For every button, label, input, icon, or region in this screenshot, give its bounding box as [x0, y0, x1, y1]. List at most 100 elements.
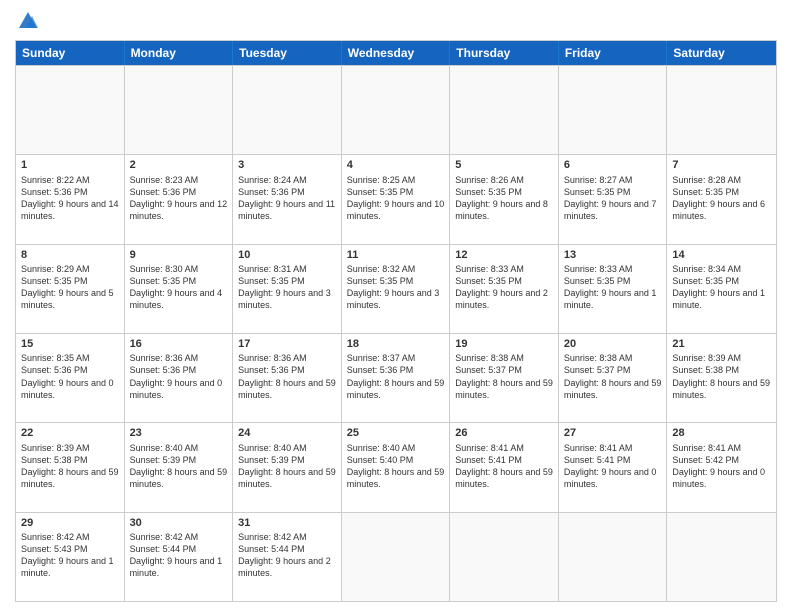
day-details: Sunrise: 8:38 AMSunset: 5:37 PMDaylight:… — [455, 352, 553, 401]
day-cell-3: 3 Sunrise: 8:24 AMSunset: 5:36 PMDaylight… — [233, 155, 342, 243]
day-number: 10 — [238, 248, 336, 262]
day-number: 24 — [238, 426, 336, 440]
logo — [15, 10, 39, 32]
calendar: SundayMondayTuesdayWednesdayThursdayFrid… — [15, 40, 777, 602]
day-cell-25: 25Sunrise: 8:40 AMSunset: 5:40 PMDayligh… — [342, 423, 451, 511]
day-details: Sunrise: 8:31 AMSunset: 5:35 PMDaylight:… — [238, 263, 336, 312]
day-details: Sunrise: 8:40 AMSunset: 5:39 PMDaylight:… — [130, 442, 228, 491]
calendar-row-3: 15Sunrise: 8:35 AMSunset: 5:36 PMDayligh… — [16, 333, 776, 422]
day-details: Sunrise: 8:36 AMSunset: 5:36 PMDaylight:… — [130, 352, 228, 401]
day-cell-26: 26 Sunrise: 8:41 AMSunset: 5:41 PMDayligh… — [450, 423, 559, 511]
day-details: Sunrise: 8:36 AMSunset: 5:36 PMDaylight:… — [238, 352, 336, 401]
day-number: 4 — [347, 158, 445, 172]
day-details: Sunrise: 8:25 AMSunset: 5:35 PMDaylight:… — [347, 174, 445, 223]
day-details: Sunrise: 8:28 AMSunset: 5:35 PMDaylight:… — [672, 174, 771, 223]
day-cell-22: 22Sunrise: 8:39 AMSunset: 5:38 PMDayligh… — [16, 423, 125, 511]
day-cell-13: 13Sunrise: 8:33 AMSunset: 5:35 PMDayligh… — [559, 245, 668, 333]
day-number: 23 — [130, 426, 228, 440]
day-details: Sunrise: 8:35 AMSunset: 5:36 PMDaylight:… — [21, 352, 119, 401]
day-number: 16 — [130, 337, 228, 351]
day-cell-16: 16Sunrise: 8:36 AMSunset: 5:36 PMDayligh… — [125, 334, 234, 422]
day-cell-4: 4 Sunrise: 8:25 AMSunset: 5:35 PMDaylight… — [342, 155, 451, 243]
day-number: 31 — [238, 516, 336, 530]
day-number: 8 — [21, 248, 119, 262]
day-details: Sunrise: 8:39 AMSunset: 5:38 PMDaylight:… — [672, 352, 771, 401]
day-number: 13 — [564, 248, 662, 262]
day-details: Sunrise: 8:29 AMSunset: 5:35 PMDaylight:… — [21, 263, 119, 312]
day-cell-5: 5Sunrise: 8:26 AMSunset: 5:35 PMDaylight… — [450, 155, 559, 243]
day-details: Sunrise: 8:33 AMSunset: 5:35 PMDaylight:… — [455, 263, 553, 312]
empty-cell — [667, 513, 776, 601]
header — [15, 10, 777, 32]
empty-cell — [342, 513, 451, 601]
day-number: 6 — [564, 158, 662, 172]
calendar-row-4: 22Sunrise: 8:39 AMSunset: 5:38 PMDayligh… — [16, 422, 776, 511]
day-header-saturday: Saturday — [667, 41, 776, 65]
day-cell-14: 14Sunrise: 8:34 AMSunset: 5:35 PMDayligh… — [667, 245, 776, 333]
empty-cell — [450, 513, 559, 601]
empty-cell — [342, 66, 451, 154]
day-number: 29 — [21, 516, 119, 530]
day-cell-31: 31Sunrise: 8:42 AMSunset: 5:44 PMDayligh… — [233, 513, 342, 601]
day-number: 25 — [347, 426, 445, 440]
day-number: 20 — [564, 337, 662, 351]
day-number: 22 — [21, 426, 119, 440]
day-cell-24: 24Sunrise: 8:40 AMSunset: 5:39 PMDayligh… — [233, 423, 342, 511]
calendar-body: 1Sunrise: 8:22 AMSunset: 5:36 PMDaylight… — [16, 65, 776, 601]
day-header-monday: Monday — [125, 41, 234, 65]
day-cell-18: 18Sunrise: 8:37 AMSunset: 5:36 PMDayligh… — [342, 334, 451, 422]
day-details: Sunrise: 8:24 AMSunset: 5:36 PMDaylight:… — [238, 174, 336, 223]
day-details: Sunrise: 8:30 AMSunset: 5:35 PMDaylight:… — [130, 263, 228, 312]
empty-cell — [450, 66, 559, 154]
calendar-header: SundayMondayTuesdayWednesdayThursdayFrid… — [16, 41, 776, 65]
day-number: 11 — [347, 248, 445, 262]
page: SundayMondayTuesdayWednesdayThursdayFrid… — [0, 0, 792, 612]
day-details: Sunrise: 8:41 AMSunset: 5:41 PMDaylight:… — [564, 442, 662, 491]
day-details: Sunrise: 8:42 AMSunset: 5:44 PMDaylight:… — [130, 531, 228, 580]
day-number: 27 — [564, 426, 662, 440]
day-cell-6: 6 Sunrise: 8:27 AMSunset: 5:35 PMDaylight… — [559, 155, 668, 243]
day-cell-2: 2 Sunrise: 8:23 AMSunset: 5:36 PMDaylight… — [125, 155, 234, 243]
calendar-row-0 — [16, 65, 776, 154]
day-number: 18 — [347, 337, 445, 351]
day-header-sunday: Sunday — [16, 41, 125, 65]
day-number: 5 — [455, 158, 553, 172]
day-number: 28 — [672, 426, 771, 440]
empty-cell — [125, 66, 234, 154]
day-details: Sunrise: 8:22 AMSunset: 5:36 PMDaylight:… — [21, 174, 119, 223]
day-cell-23: 23 Sunrise: 8:40 AMSunset: 5:39 PMDayligh… — [125, 423, 234, 511]
empty-cell — [667, 66, 776, 154]
day-details: Sunrise: 8:23 AMSunset: 5:36 PMDaylight:… — [130, 174, 228, 223]
day-cell-21: 21Sunrise: 8:39 AMSunset: 5:38 PMDayligh… — [667, 334, 776, 422]
day-details: Sunrise: 8:33 AMSunset: 5:35 PMDaylight:… — [564, 263, 662, 312]
day-cell-19: 19Sunrise: 8:38 AMSunset: 5:37 PMDayligh… — [450, 334, 559, 422]
empty-cell — [559, 66, 668, 154]
day-number: 17 — [238, 337, 336, 351]
day-cell-15: 15Sunrise: 8:35 AMSunset: 5:36 PMDayligh… — [16, 334, 125, 422]
logo-icon — [17, 10, 39, 32]
day-cell-9: 9Sunrise: 8:30 AMSunset: 5:35 PMDaylight… — [125, 245, 234, 333]
day-number: 26 — [455, 426, 553, 440]
day-details: Sunrise: 8:42 AMSunset: 5:44 PMDaylight:… — [238, 531, 336, 580]
calendar-row-2: 8Sunrise: 8:29 AMSunset: 5:35 PMDaylight… — [16, 244, 776, 333]
empty-cell — [16, 66, 125, 154]
day-details: Sunrise: 8:37 AMSunset: 5:36 PMDaylight:… — [347, 352, 445, 401]
day-number: 12 — [455, 248, 553, 262]
day-number: 2 — [130, 158, 228, 172]
day-cell-8: 8Sunrise: 8:29 AMSunset: 5:35 PMDaylight… — [16, 245, 125, 333]
day-cell-1: 1Sunrise: 8:22 AMSunset: 5:36 PMDaylight… — [16, 155, 125, 243]
day-details: Sunrise: 8:41 AMSunset: 5:41 PMDaylight:… — [455, 442, 553, 491]
day-cell-17: 17Sunrise: 8:36 AMSunset: 5:36 PMDayligh… — [233, 334, 342, 422]
day-header-tuesday: Tuesday — [233, 41, 342, 65]
day-details: Sunrise: 8:27 AMSunset: 5:35 PMDaylight:… — [564, 174, 662, 223]
day-cell-28: 28Sunrise: 8:41 AMSunset: 5:42 PMDayligh… — [667, 423, 776, 511]
empty-cell — [233, 66, 342, 154]
day-details: Sunrise: 8:32 AMSunset: 5:35 PMDaylight:… — [347, 263, 445, 312]
day-cell-29: 29Sunrise: 8:42 AMSunset: 5:43 PMDayligh… — [16, 513, 125, 601]
calendar-row-5: 29Sunrise: 8:42 AMSunset: 5:43 PMDayligh… — [16, 512, 776, 601]
day-details: Sunrise: 8:34 AMSunset: 5:35 PMDaylight:… — [672, 263, 771, 312]
day-number: 3 — [238, 158, 336, 172]
day-cell-20: 20Sunrise: 8:38 AMSunset: 5:37 PMDayligh… — [559, 334, 668, 422]
calendar-row-1: 1Sunrise: 8:22 AMSunset: 5:36 PMDaylight… — [16, 154, 776, 243]
empty-cell — [559, 513, 668, 601]
